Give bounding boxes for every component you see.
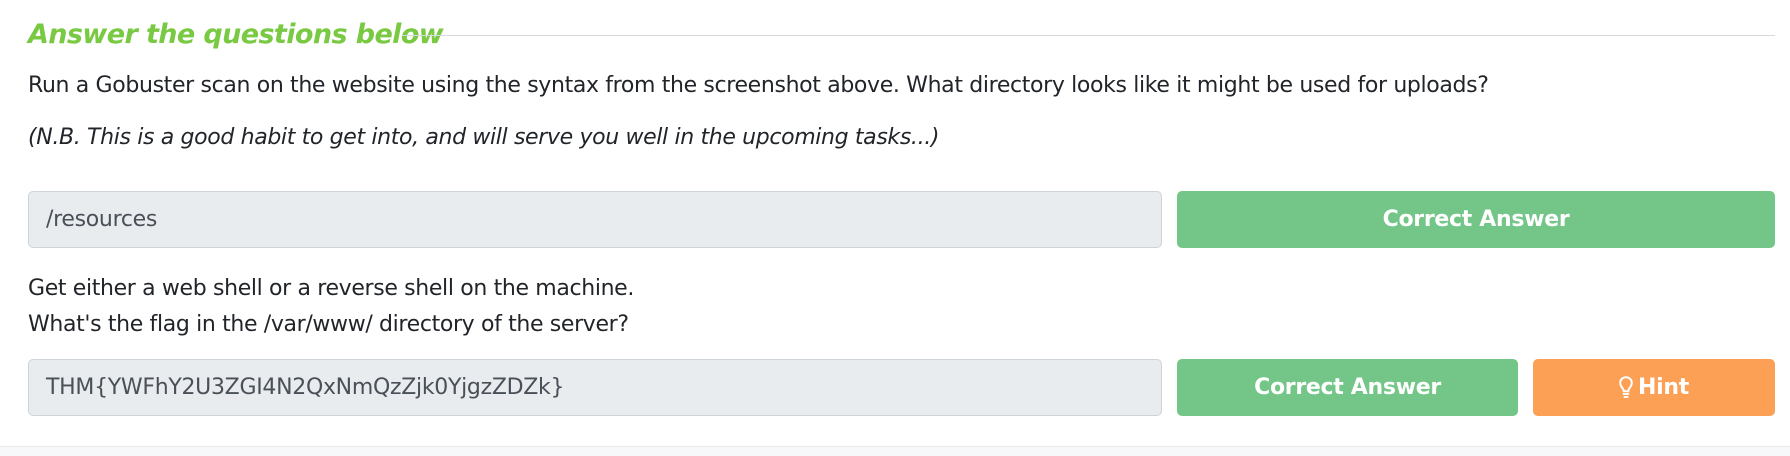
question-2-hint-button[interactable]: Hint [1533, 359, 1775, 416]
question-2-answer-row: THM{YWFhY2U3ZGI4N2QxNmQzZjk0YjgzZDZk} Co… [28, 359, 1775, 416]
section-divider [402, 35, 1775, 36]
question-2-submit-button[interactable]: Correct Answer [1177, 359, 1518, 416]
question-2-text-line-2: What's the flag in the /var/www/ directo… [28, 312, 629, 337]
question-1-answer-row: /resources Correct Answer [28, 191, 1775, 248]
question-1-text: Run a Gobuster scan on the website using… [28, 73, 1489, 98]
question-1-note: (N.B. This is a good habit to get into, … [28, 125, 940, 150]
section-header: Answer the questions below [28, 0, 1775, 72]
lightbulb-icon [1619, 376, 1633, 398]
questions-section: Answer the questions below Run a Gobuste… [28, 0, 1775, 416]
section-title: Answer the questions below [28, 19, 444, 50]
question-1-answer-field[interactable]: /resources [28, 191, 1162, 248]
question-2-text-line-1: Get either a web shell or a reverse shel… [28, 276, 635, 301]
question-2-answer-field[interactable]: THM{YWFhY2U3ZGI4N2QxNmQzZjk0YjgzZDZk} [28, 359, 1162, 416]
question-1-submit-button[interactable]: Correct Answer [1177, 191, 1775, 248]
question-2-hint-label: Hint [1638, 375, 1689, 400]
